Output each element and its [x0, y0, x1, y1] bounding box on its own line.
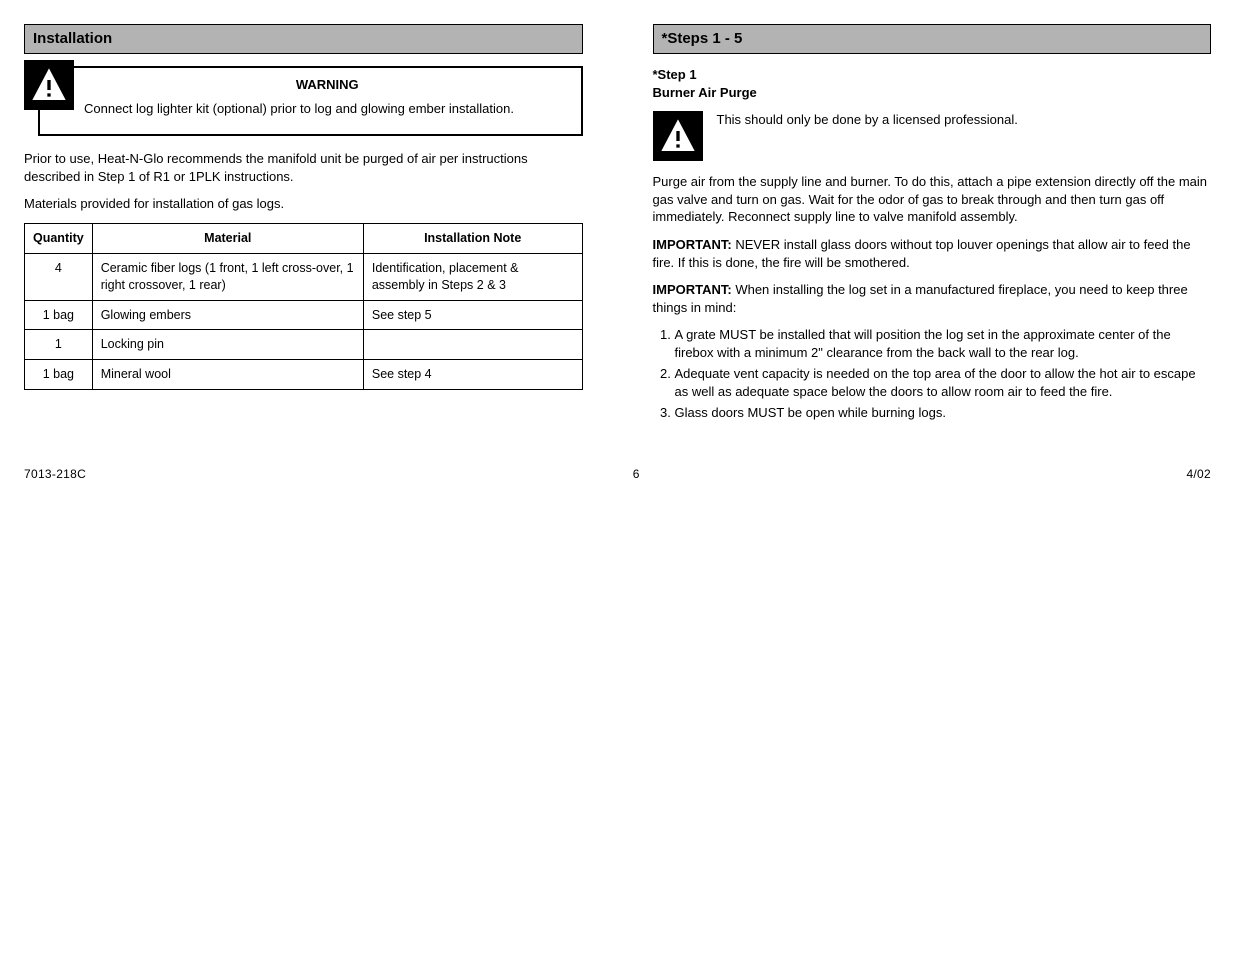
- table-row: 1 Locking pin: [25, 330, 583, 360]
- list-item: Glass doors MUST be open while burning l…: [675, 404, 1212, 422]
- footer-page-number: 6: [633, 467, 640, 481]
- professional-warning-text: This should only be done by a licensed p…: [717, 111, 1212, 129]
- warning-title: WARNING: [84, 76, 571, 94]
- step1-subtitle: Burner Air Purge: [653, 85, 757, 100]
- col-material: Material: [92, 223, 363, 253]
- warning-box: WARNING Connect log lighter kit (optiona…: [24, 66, 583, 136]
- installation-header: Installation: [24, 24, 583, 54]
- professional-warning: This should only be done by a licensed p…: [653, 111, 1212, 161]
- col-note: Installation Note: [363, 223, 582, 253]
- list-item: A grate MUST be installed that will posi…: [675, 326, 1212, 361]
- important-glass-doors: IMPORTANT: NEVER install glass doors wit…: [653, 236, 1212, 271]
- intro-paragraph-1: Prior to use, Heat-N-Glo recommends the …: [24, 150, 583, 185]
- table-row: 1 bag Glowing embers See step 5: [25, 300, 583, 330]
- requirements-list: A grate MUST be installed that will posi…: [653, 326, 1212, 422]
- purge-instructions: Purge air from the supply line and burne…: [653, 173, 1212, 226]
- warning-icon: [24, 60, 74, 110]
- table-row: 4 Ceramic fiber logs (1 front, 1 left cr…: [25, 253, 583, 300]
- important-manufactured-fireplace: IMPORTANT: When installing the log set i…: [653, 281, 1212, 316]
- list-item: Adequate vent capacity is needed on the …: [675, 365, 1212, 400]
- col-quantity: Quantity: [25, 223, 93, 253]
- warning-icon: [653, 111, 703, 161]
- page-footer: 7013-218C 6 4/02: [24, 466, 1211, 482]
- footer-date: 4/02: [1186, 466, 1211, 482]
- step1-title: *Step 1: [653, 67, 697, 82]
- warning-text: Connect log lighter kit (optional) prior…: [84, 100, 571, 118]
- intro-paragraph-2: Materials provided for installation of g…: [24, 195, 583, 213]
- table-row: 1 bag Mineral wool See step 4: [25, 360, 583, 390]
- footer-part-number: 7013-218C: [24, 466, 86, 482]
- steps-header: *Steps 1 - 5: [653, 24, 1212, 54]
- materials-table: Quantity Material Installation Note 4 Ce…: [24, 223, 583, 390]
